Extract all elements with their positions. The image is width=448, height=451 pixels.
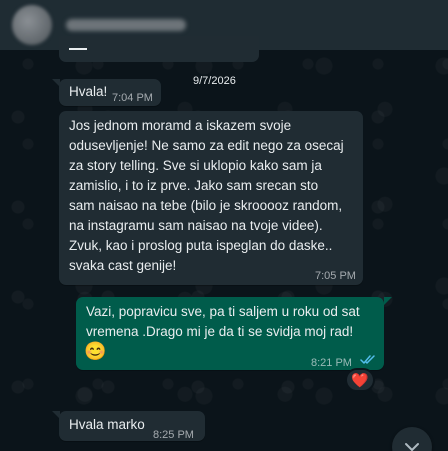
message-time: 8:25 PM — [153, 429, 194, 441]
previous-message-partial — [59, 36, 259, 62]
message-text: Vazi, popravicu sve, pa ti saljem u roku… — [86, 304, 360, 339]
date-label: 9/7/2026 — [193, 75, 236, 87]
heart-icon: ❤️ — [351, 372, 369, 388]
message-incoming[interactable]: Hvala! 7:04 PM — [59, 79, 161, 106]
bubble-tail — [52, 411, 60, 419]
emoji: 😊 — [84, 341, 107, 361]
scroll-down-button[interactable] — [392, 427, 432, 451]
bubble-tail — [384, 297, 392, 305]
contact-avatar[interactable] — [12, 5, 52, 45]
message-time: 7:04 PM — [112, 92, 153, 104]
message-incoming[interactable]: Jos jednom moramd a iskazem svoje odusev… — [59, 111, 363, 285]
message-incoming[interactable]: Hvala marko 8:25 PM — [59, 411, 205, 441]
reaction-badge[interactable]: ❤️ — [345, 368, 375, 392]
previous-message-fragment — [69, 48, 87, 50]
message-outgoing[interactable]: Vazi, popravicu sve, pa ti saljem u roku… — [76, 297, 384, 370]
contact-name[interactable] — [66, 19, 186, 31]
message-text: Hvala marko — [69, 417, 145, 432]
message-time: 8:21 PM — [311, 357, 352, 369]
message-text: Hvala! — [69, 84, 108, 99]
message-list[interactable]: 9/7/2026 Hvala! 7:04 PM Jos jednom moram… — [0, 36, 448, 451]
double-check-icon — [360, 355, 375, 364]
message-text: Jos jednom moramd a iskazem svoje odusev… — [69, 118, 344, 273]
bubble-tail — [52, 79, 60, 87]
message-time: 7:05 PM — [315, 270, 356, 282]
chevron-down-icon — [405, 443, 419, 451]
